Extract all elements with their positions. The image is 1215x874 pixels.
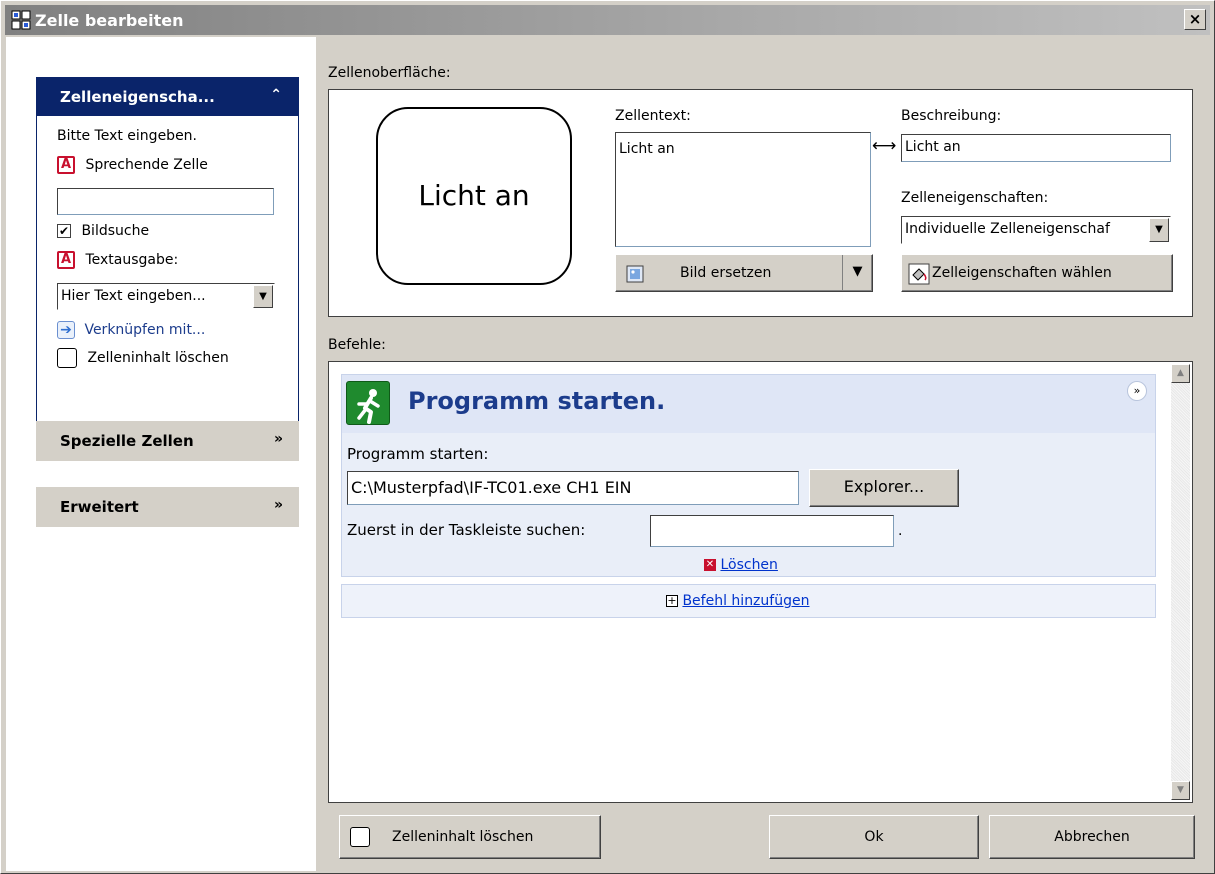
scroll-up-icon[interactable]: ▲ xyxy=(1171,364,1190,383)
text-output-select[interactable]: Hier Text eingeben... ▼ xyxy=(57,283,275,310)
image-icon xyxy=(626,265,644,283)
delete-link[interactable]: Löschen xyxy=(720,557,777,573)
special-cells-section[interactable]: Spezielle Zellen » xyxy=(36,421,299,461)
choose-properties-button[interactable]: Zelleigenschaften wählen xyxy=(901,254,1173,292)
chevron-down-icon[interactable]: ▼ xyxy=(842,255,872,291)
replace-image-label: Bild ersetzen xyxy=(680,265,772,281)
image-search-row[interactable]: ✔ Bildsuche xyxy=(57,223,149,239)
cancel-button[interactable]: Abbrechen xyxy=(989,815,1195,859)
cell-preview: Licht an xyxy=(376,107,572,285)
plus-box-icon: + xyxy=(666,594,678,607)
commands-group-label: Befehle: xyxy=(328,337,386,353)
cell-text-label: Zellentext: xyxy=(615,108,691,124)
add-command-bar: + Befehl hinzufügen xyxy=(341,584,1156,618)
link-arrows-icon: ⟷ xyxy=(872,136,897,156)
props-value: Individuelle Zelleneigenschaf xyxy=(905,221,1110,237)
commands-panel: Programm starten. » Programm starten: C:… xyxy=(328,361,1193,803)
link-label[interactable]: Verknüpfen mit... xyxy=(84,322,205,338)
chevron-down-icon[interactable]: ▼ xyxy=(1149,218,1169,242)
link-arrow-icon: ➔ xyxy=(57,321,75,339)
command-card: Programm starten. » Programm starten: C:… xyxy=(341,374,1156,577)
task-pane: Zelleneigenscha... ⌃︎ Bitte Text eingebe… xyxy=(6,37,316,871)
taskbar-label: Zuerst in der Taskleiste suchen: xyxy=(347,521,586,539)
chevron-down-icon[interactable]: ▼ xyxy=(253,285,273,308)
speaking-cell-label: Sprechende Zelle xyxy=(85,157,208,173)
props-label: Zelleneigenschaften: xyxy=(901,190,1049,206)
special-cells-title: Spezielle Zellen xyxy=(60,432,194,450)
paint-bucket-icon xyxy=(908,263,930,285)
explorer-button[interactable]: Explorer... xyxy=(809,469,959,507)
chevron-double-down-icon[interactable]: » xyxy=(1127,381,1147,401)
speaking-cell-row: A Sprechende Zelle xyxy=(57,156,208,174)
empty-cell-icon xyxy=(350,827,370,847)
choose-properties-label: Zelleigenschaften wählen xyxy=(932,265,1112,281)
delete-link-row[interactable]: ✕ Löschen xyxy=(704,557,778,573)
link-row[interactable]: ➔ Verknüpfen mit... xyxy=(57,321,205,339)
text-a-icon: A xyxy=(57,251,75,269)
app-grid-icon xyxy=(11,10,31,30)
advanced-section[interactable]: Erweitert » xyxy=(36,487,299,527)
ok-button[interactable]: Ok xyxy=(769,815,979,859)
replace-image-button[interactable]: Bild ersetzen ▼ xyxy=(615,254,873,292)
image-search-label: Bildsuche xyxy=(81,223,150,239)
clear-label[interactable]: Zelleninhalt löschen xyxy=(87,350,228,366)
surface-group-label: Zellenoberfläche: xyxy=(328,65,451,81)
text-output-value: Hier Text eingeben... xyxy=(61,288,206,304)
chevron-double-down-icon[interactable]: » xyxy=(274,497,283,513)
prompt-text: Bitte Text eingeben. xyxy=(57,128,197,144)
description-field[interactable]: Licht an xyxy=(901,134,1171,162)
window-title: Zelle bearbeiten xyxy=(35,11,184,30)
image-search-checkbox[interactable]: ✔ xyxy=(57,224,71,238)
add-command-row[interactable]: + Befehl hinzufügen xyxy=(666,593,809,609)
program-path-field[interactable]: C:\Musterpfad\IF-TC01.exe CH1 EIN xyxy=(347,471,799,505)
title-bar: Zelle bearbeiten × xyxy=(5,5,1210,35)
advanced-title: Erweitert xyxy=(60,498,139,516)
program-label: Programm starten: xyxy=(347,445,489,463)
delete-x-icon: ✕ xyxy=(704,559,716,571)
cell-properties-section: Zelleneigenscha... ⌃︎ Bitte Text eingebe… xyxy=(36,77,299,435)
add-command-link[interactable]: Befehl hinzufügen xyxy=(682,593,809,609)
speaking-cell-input[interactable] xyxy=(57,188,274,215)
empty-cell-icon xyxy=(57,348,77,368)
description-label: Beschreibung: xyxy=(901,108,1002,124)
close-button[interactable]: × xyxy=(1184,9,1206,30)
clear-cell-button[interactable]: Zelleninhalt löschen xyxy=(339,815,601,859)
text-a-icon: A xyxy=(57,156,75,174)
command-card-header: Programm starten. » xyxy=(342,375,1155,433)
text-output-label: Textausgabe: xyxy=(85,252,179,268)
cell-properties-header[interactable]: Zelleneigenscha... ⌃︎ xyxy=(37,78,298,116)
cell-properties-title: Zelleneigenscha... xyxy=(60,88,215,106)
taskbar-suffix: . xyxy=(898,523,903,539)
props-select[interactable]: Individuelle Zelleneigenschaf ▼ xyxy=(901,216,1171,244)
cell-text-field[interactable]: Licht an xyxy=(615,132,871,247)
taskbar-search-field[interactable] xyxy=(650,515,894,547)
clear-cell-label: Zelleninhalt löschen xyxy=(392,829,534,845)
chevron-double-down-icon[interactable]: » xyxy=(274,431,283,447)
surface-panel: Licht an Zellentext: Licht an ⟷ Beschrei… xyxy=(328,89,1193,317)
command-title: Programm starten. xyxy=(408,387,666,415)
clear-row[interactable]: Zelleninhalt löschen xyxy=(57,348,229,368)
edit-cell-dialog: Zelle bearbeiten × Zelleneigenscha... ⌃︎… xyxy=(0,0,1215,874)
chevron-double-up-icon[interactable]: ⌃︎ xyxy=(270,87,282,103)
text-output-row: A Textausgabe: xyxy=(57,251,178,269)
commands-scrollbar[interactable]: ▲ ▼ xyxy=(1171,364,1190,800)
scroll-down-icon[interactable]: ▼ xyxy=(1171,781,1190,800)
running-man-icon xyxy=(346,381,390,425)
